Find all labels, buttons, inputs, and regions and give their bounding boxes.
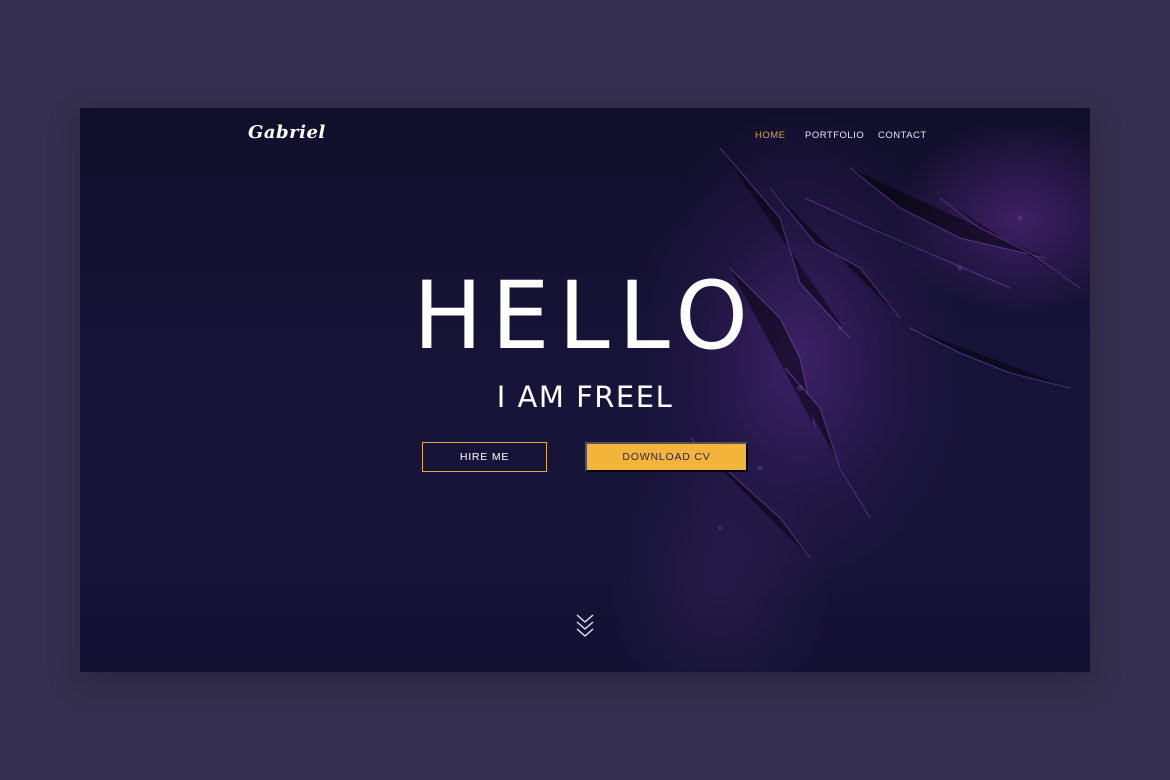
main-nav: HOME PORTFOLIO CONTACT <box>80 130 1090 144</box>
chevrons-down-icon[interactable] <box>575 611 595 641</box>
hero-subheadline: I AM FREEL <box>496 380 674 414</box>
nav-contact-link[interactable]: CONTACT <box>878 130 927 142</box>
hero-screen: Gabriel HOME PORTFOLIO CONTACT HELLO I A… <box>80 108 1090 672</box>
nav-portfolio-link[interactable]: PORTFOLIO <box>805 130 864 142</box>
hire-me-button[interactable]: HIRE ME <box>422 442 547 472</box>
nav-home-link[interactable]: HOME <box>755 130 786 142</box>
download-cv-button[interactable]: DOWNLOAD CV <box>585 442 748 472</box>
hero-headline: HELLO <box>413 262 757 371</box>
